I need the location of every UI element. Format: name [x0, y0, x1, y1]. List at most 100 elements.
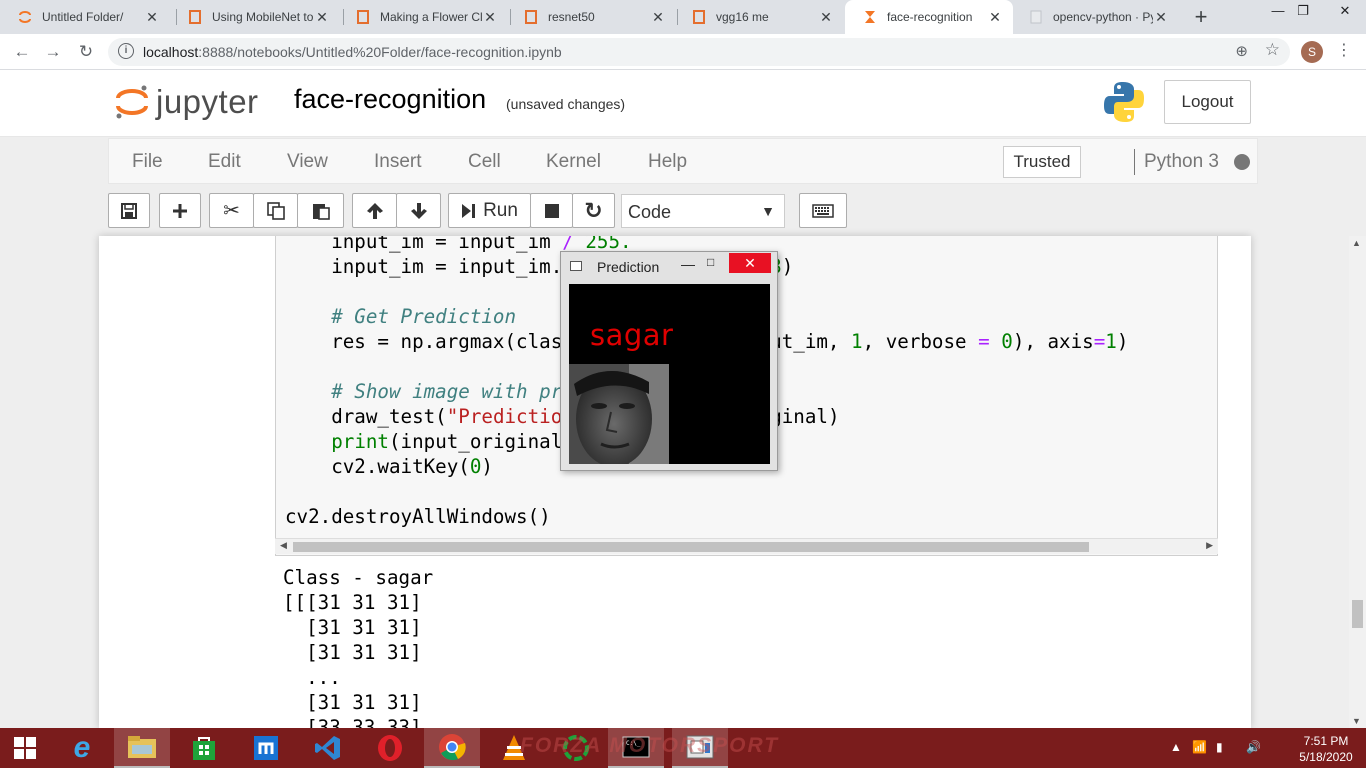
profile-avatar[interactable]: S [1301, 41, 1323, 63]
address-bar[interactable]: i localhost:8888/notebooks/Untitled%20Fo… [108, 38, 1290, 66]
logout-button[interactable]: Logout [1164, 80, 1251, 124]
close-tab-icon[interactable]: ✕ [1153, 9, 1169, 26]
wallpaper-watermark: FORZA MOTORSPORT [520, 734, 780, 757]
close-window-button[interactable]: ✕ [1322, 0, 1366, 28]
interrupt-button[interactable] [530, 193, 573, 228]
zoom-icon[interactable]: ⊕ [1235, 42, 1248, 60]
browser-tab[interactable]: vgg16 me ✕ [674, 0, 844, 34]
copy-button[interactable] [253, 193, 298, 228]
battery-icon[interactable]: ▮ [1216, 740, 1223, 754]
cell-type-value: Code [628, 202, 672, 222]
browser-tab[interactable]: Untitled Folder/ ✕ [0, 0, 170, 34]
notebook-icon [692, 10, 706, 24]
browser-toolbar: ← → ↻ i localhost:8888/notebooks/Untitle… [0, 34, 1366, 70]
menu-file[interactable]: File [132, 151, 163, 173]
volume-icon[interactable]: 🔊 [1246, 740, 1261, 754]
jupyter-header: jupyter face-recognition (unsaved change… [0, 70, 1366, 137]
tab-title: Using MobileNet to [212, 10, 314, 24]
vertical-scrollbar[interactable]: ▲ ▼ [1349, 236, 1366, 728]
scroll-right-arrow-icon[interactable]: ▶ [1206, 540, 1213, 551]
browser-tab[interactable]: Making a Flower Cl ✕ [338, 0, 508, 34]
remote-desktop-icon[interactable] [238, 728, 294, 768]
window-titlebar[interactable]: Prediction — □ ✕ [561, 252, 777, 280]
move-up-button[interactable] [352, 193, 397, 228]
opera-icon[interactable] [362, 728, 418, 768]
prediction-window[interactable]: Prediction — □ ✕ sagar [560, 251, 778, 471]
run-button[interactable]: Run [448, 193, 531, 228]
notebook-icon [356, 10, 370, 24]
browser-tab[interactable]: opencv-python · Py ✕ [1011, 0, 1179, 34]
kernel-name[interactable]: Python 3 [1144, 151, 1219, 173]
url-host: localhost [143, 44, 199, 60]
close-tab-icon[interactable]: ✕ [314, 9, 330, 26]
scrollbar-thumb[interactable] [293, 542, 1089, 552]
scroll-left-arrow-icon[interactable]: ◀ [280, 540, 287, 551]
info-icon[interactable]: i [118, 43, 134, 59]
save-button[interactable] [108, 193, 150, 228]
show-hidden-icons-icon[interactable]: ▲ [1170, 740, 1182, 754]
vscode-icon[interactable] [300, 728, 356, 768]
trusted-indicator[interactable]: Trusted [1003, 146, 1081, 178]
clock-time: 7:51 PM [1303, 734, 1349, 748]
close-tab-icon[interactable]: ✕ [144, 9, 160, 26]
menu-edit[interactable]: Edit [208, 151, 241, 173]
browser-tab-active[interactable]: face-recognition ✕ [845, 0, 1013, 34]
command-palette-button[interactable] [799, 193, 847, 228]
notebook-name[interactable]: face-recognition [294, 84, 486, 115]
paste-button[interactable] [297, 193, 344, 228]
close-tab-icon[interactable]: ✕ [482, 9, 498, 26]
move-down-button[interactable] [396, 193, 441, 228]
chrome-icon[interactable] [424, 728, 480, 768]
close-tab-icon[interactable]: ✕ [987, 9, 1003, 26]
reload-icon[interactable]: ↻ [74, 40, 98, 64]
store-icon[interactable] [176, 728, 232, 768]
back-arrow-icon[interactable]: ← [10, 40, 34, 64]
scrollbar-thumb[interactable] [1352, 600, 1363, 628]
menu-view[interactable]: View [287, 151, 328, 173]
windows-logo-icon [14, 737, 36, 759]
output-line: [31 31 31] [283, 691, 422, 714]
kernel-busy-indicator [1234, 154, 1250, 170]
window-close-button[interactable]: ✕ [729, 253, 771, 273]
output-line: [31 31 31] [283, 616, 422, 639]
menu-insert[interactable]: Insert [374, 151, 422, 173]
scroll-down-arrow-icon[interactable]: ▼ [1352, 716, 1361, 726]
cell-output: Class - sagar [[[31 31 31] [31 31 31] [31… [283, 565, 433, 740]
forward-arrow-icon[interactable]: → [41, 40, 65, 64]
horizontal-scrollbar[interactable]: ◀ ▶ [275, 538, 1218, 554]
cut-button[interactable]: ✂ [209, 193, 254, 228]
code-line: cv2.destroyAllWindows() [285, 505, 551, 528]
browser-tab-strip: Untitled Folder/ ✕ Using MobileNet to ✕ … [0, 0, 1366, 34]
cell-type-select[interactable]: Code ▼ [621, 194, 785, 228]
insert-cell-button[interactable] [159, 193, 201, 228]
browser-tab[interactable]: Using MobileNet to ✕ [170, 0, 340, 34]
network-icon[interactable]: 📶 [1192, 740, 1207, 754]
new-tab-button[interactable]: + [1188, 4, 1214, 30]
restore-window-button[interactable]: ❐ [1280, 0, 1326, 28]
tab-title: resnet50 [548, 10, 595, 24]
close-tab-icon[interactable]: ✕ [818, 9, 834, 26]
tab-title: Making a Flower Cl [380, 10, 482, 24]
window-minimize-button[interactable]: — [681, 256, 695, 272]
notebook-menubar: File Edit View Insert Cell Kernel Help T… [108, 138, 1258, 184]
menu-cell[interactable]: Cell [468, 151, 501, 173]
scroll-up-arrow-icon[interactable]: ▲ [1352, 238, 1361, 248]
save-icon [121, 202, 137, 219]
browser-tab[interactable]: resnet50 ✕ [506, 0, 676, 34]
window-maximize-button[interactable]: □ [707, 255, 714, 269]
restart-kernel-button[interactable]: ↻ [572, 193, 615, 228]
start-button[interactable] [0, 728, 50, 768]
menu-help[interactable]: Help [648, 151, 687, 173]
jupyter-logo[interactable]: jupyter [114, 80, 259, 124]
browser-menu-icon[interactable]: ⋮ [1336, 40, 1352, 60]
bookmark-star-icon[interactable]: ☆ [1265, 40, 1280, 60]
copy-icon [266, 201, 285, 220]
close-tab-icon[interactable]: ✕ [650, 9, 666, 26]
keyboard-icon [812, 203, 834, 218]
url-text[interactable]: localhost:8888/notebooks/Untitled%20Fold… [143, 44, 562, 60]
menu-kernel[interactable]: Kernel [546, 151, 601, 173]
file-explorer-icon[interactable] [114, 728, 170, 768]
taskbar-clock[interactable]: 7:51 PM 5/18/2020 [1296, 733, 1356, 765]
caret-down-icon: ▼ [761, 203, 775, 219]
internet-explorer-icon[interactable]: e [54, 728, 110, 768]
